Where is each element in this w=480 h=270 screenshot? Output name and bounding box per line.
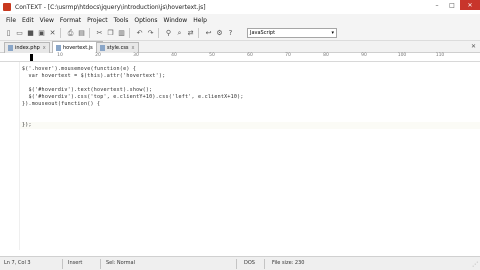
code-line[interactable]: $('#hoverdiv').text(hovertext).show(); <box>22 87 153 93</box>
resize-grip-icon[interactable]: ⋰ <box>472 261 478 268</box>
language-select-value: JavaScript <box>250 30 276 36</box>
ruler-tick: 110 <box>435 53 445 58</box>
toolbar: ▯ ▭ ■ ▣ ✕ ⎙ ▤ ✂ ❐ ▥ ↶ ↷ ⚲ ⌕ ⇄ ↩ ⚙ ? Java… <box>0 26 480 41</box>
insert-mode: Insert <box>68 260 83 266</box>
editor-gutter <box>0 62 20 250</box>
save-icon[interactable]: ■ <box>26 29 35 38</box>
status-divider <box>236 259 237 269</box>
tab-index-php[interactable]: index.php x <box>4 42 50 53</box>
open-file-icon[interactable]: ▭ <box>15 29 24 38</box>
print-icon[interactable]: ⎙ <box>66 29 75 38</box>
ruler-tick: 60 <box>247 53 253 58</box>
save-all-icon[interactable]: ▣ <box>37 29 46 38</box>
paste-icon[interactable]: ▥ <box>117 29 126 38</box>
toolbar-divider <box>198 28 199 38</box>
close-file-icon[interactable]: ✕ <box>48 29 57 38</box>
ruler-tick: 20 <box>95 53 101 58</box>
status-divider <box>100 259 101 269</box>
line-ending-format: DOS <box>244 260 255 266</box>
menu-help[interactable]: Help <box>190 17 210 24</box>
copy-icon[interactable]: ❐ <box>106 29 115 38</box>
selection-mode: Sel: Normal <box>106 260 136 266</box>
tab-label: style.css <box>107 45 129 51</box>
file-icon <box>56 44 61 51</box>
app-icon <box>3 3 11 11</box>
tab-label: index.php <box>15 45 40 51</box>
ruler-tick: 40 <box>171 53 177 58</box>
ruler-tick: 10 <box>57 53 63 58</box>
menu-options[interactable]: Options <box>131 17 160 24</box>
close-button[interactable]: ✕ <box>460 0 480 10</box>
menu-tools[interactable]: Tools <box>111 17 132 24</box>
cursor-position: Ln 7, Col 3 <box>4 260 31 266</box>
replace-icon[interactable]: ⇄ <box>186 29 195 38</box>
language-select[interactable]: JavaScript ▾ <box>247 28 337 38</box>
code-line[interactable]: }).mouseout(function() { <box>22 101 100 107</box>
find-icon[interactable]: ⚲ <box>164 29 173 38</box>
cursor-column-marker <box>30 54 33 61</box>
current-line-highlight <box>20 122 480 129</box>
ruler-tick: 50 <box>209 53 215 58</box>
code-line[interactable]: var hovertext = $(this).attr('hovertext'… <box>22 73 166 79</box>
minimize-button[interactable]: – <box>430 0 444 10</box>
menu-file[interactable]: File <box>3 17 19 24</box>
maximize-button[interactable]: □ <box>445 0 459 10</box>
redo-icon[interactable]: ↷ <box>146 29 155 38</box>
ruler-tick: 70 <box>285 53 291 58</box>
file-size: File size: 230 <box>272 260 305 266</box>
help-icon[interactable]: ? <box>226 29 235 38</box>
print-preview-icon[interactable]: ▤ <box>77 29 86 38</box>
menu-view[interactable]: View <box>37 17 57 24</box>
window-title: ConTEXT - [C:\usrmp\htdocs\jquery\introd… <box>15 3 206 11</box>
undo-icon[interactable]: ↶ <box>135 29 144 38</box>
tab-close-icon[interactable]: x <box>132 45 135 51</box>
menu-edit[interactable]: Edit <box>19 17 37 24</box>
ruler-tick: 30 <box>133 53 139 58</box>
status-divider <box>62 259 63 269</box>
tab-label: hovertext.js <box>63 44 93 51</box>
window-controls: – □ ✕ <box>429 0 480 12</box>
tab-close-icon[interactable]: x <box>43 45 46 51</box>
toolbar-divider <box>60 28 61 38</box>
menu-window[interactable]: Window <box>161 17 191 24</box>
code-line[interactable]: }); <box>22 122 32 128</box>
tab-style-css[interactable]: style.css x <box>96 42 139 53</box>
find-next-icon[interactable]: ⌕ <box>175 29 184 38</box>
menu-format[interactable]: Format <box>57 17 84 24</box>
ruler-tick: 100 <box>397 53 407 58</box>
code-line[interactable]: $('#hoverdiv').css('top', e.clientY+10).… <box>22 94 244 100</box>
cut-icon[interactable]: ✂ <box>95 29 104 38</box>
title-bar: ConTEXT - [C:\usrmp\htdocs\jquery\introd… <box>0 0 480 14</box>
toolbar-divider <box>89 28 90 38</box>
code-editor[interactable]: $('.hover').mousemove(function(e) { var … <box>0 62 480 250</box>
settings-icon[interactable]: ⚙ <box>215 29 224 38</box>
column-ruler: 10 20 30 40 50 60 70 80 90 100 110 <box>0 53 480 62</box>
chevron-down-icon: ▾ <box>331 30 334 36</box>
status-divider <box>264 259 265 269</box>
file-tabs: index.php x hovertext.js x style.css x ✕ <box>0 41 480 53</box>
status-bar: Ln 7, Col 3 Insert Sel: Normal DOS File … <box>0 256 480 270</box>
code-line[interactable]: $('.hover').mousemove(function(e) { <box>22 66 136 72</box>
toolbar-divider <box>129 28 130 38</box>
file-icon <box>100 45 105 51</box>
toolbar-divider <box>158 28 159 38</box>
word-wrap-icon[interactable]: ↩ <box>204 29 213 38</box>
new-file-icon[interactable]: ▯ <box>4 29 13 38</box>
file-icon <box>8 45 13 51</box>
ruler-tick: 80 <box>323 53 329 58</box>
menu-project[interactable]: Project <box>84 17 111 24</box>
close-tab-icon[interactable]: ✕ <box>471 43 476 50</box>
menu-bar: File Edit View Format Project Tools Opti… <box>0 14 480 26</box>
ruler-tick: 90 <box>361 53 367 58</box>
